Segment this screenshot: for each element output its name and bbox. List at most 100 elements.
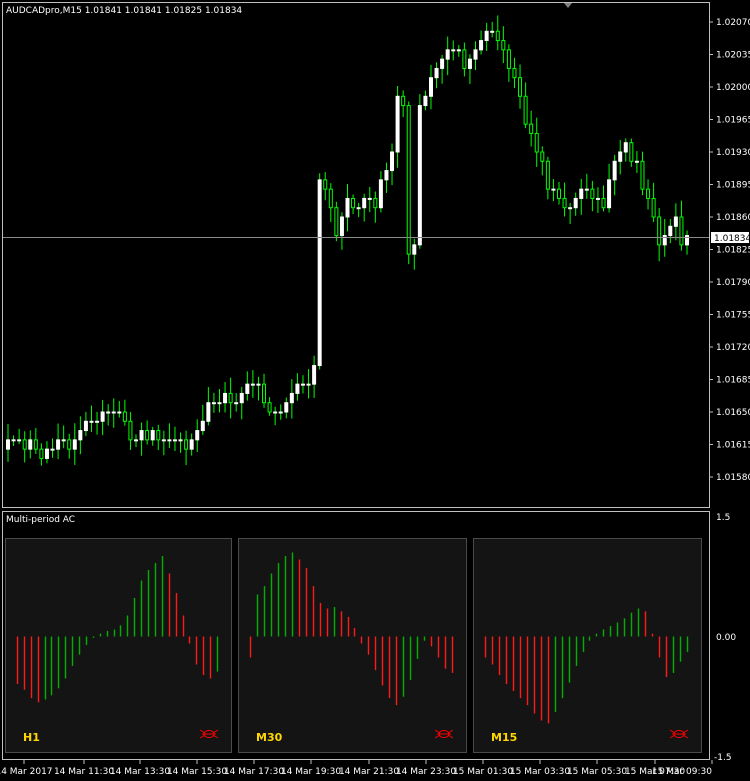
bull-candle <box>612 160 617 181</box>
price-chart-frame[interactable] <box>2 2 710 508</box>
bear-candle <box>351 197 356 209</box>
price-tick-label: 1.01825 <box>716 246 750 256</box>
bull-candle <box>217 402 222 405</box>
bull-candle <box>206 402 211 422</box>
ac-panel-m30: M30 <box>238 538 467 753</box>
bull-candle <box>200 420 205 432</box>
bull-candle <box>134 439 139 442</box>
bear-candle <box>128 420 133 441</box>
bull-candle <box>607 179 612 209</box>
panel-box <box>238 538 467 753</box>
bull-candle <box>423 95 428 107</box>
bear-candle <box>323 179 328 190</box>
bull-candle <box>384 170 389 181</box>
price-tick-label: 1.01755 <box>716 311 750 321</box>
bear-candle <box>39 448 44 459</box>
bear-candle <box>462 49 467 69</box>
bull-candle <box>306 383 311 386</box>
bull-candle <box>95 420 100 423</box>
bull-candle <box>662 235 667 246</box>
time-tick-label: 15 Mar 01:30 <box>453 767 513 777</box>
time-tick-label: 14 Mar 2017 <box>0 767 53 777</box>
bear-candle <box>328 188 333 209</box>
time-tick-label: 14 Mar 17:30 <box>224 767 284 777</box>
bear-candle <box>506 49 511 69</box>
bull-candle <box>50 448 55 451</box>
bear-candle <box>228 392 233 404</box>
current-price-label: 1.01834 <box>714 234 750 244</box>
price-axis: 1.02070 1.02035 1.02000 1.01965 1.01930 1.018… <box>709 18 750 483</box>
bull-candle <box>167 439 172 442</box>
bull-candle <box>234 402 239 405</box>
bull-candle <box>100 411 105 422</box>
bull-candle <box>367 197 372 200</box>
bear-candle <box>657 216 662 246</box>
bear-candle <box>512 67 517 79</box>
bear-candle <box>495 30 500 42</box>
time-tick-label: 14 Mar 21:30 <box>339 767 399 777</box>
bear-candle <box>601 197 606 209</box>
indicator-title: Multi-period AC <box>6 515 75 525</box>
bull-candle <box>189 439 194 450</box>
bull-candle <box>139 430 144 441</box>
price-tick-label: 1.01720 <box>716 343 750 353</box>
bull-candle <box>111 411 116 414</box>
bull-candle <box>289 392 294 404</box>
bull-candle <box>150 430 155 441</box>
bull-candle <box>479 40 484 51</box>
bear-candle <box>518 77 523 97</box>
price-tick-label: 1.01930 <box>716 148 750 158</box>
bull-candle <box>83 420 88 432</box>
bull-candle <box>284 402 289 413</box>
bear-candle <box>629 142 634 162</box>
bull-candle <box>473 49 478 60</box>
bear-candle <box>401 95 406 107</box>
price-tick-label: 1.02000 <box>716 83 750 93</box>
bear-candle <box>122 411 127 422</box>
bear-candle <box>184 439 189 450</box>
time-tick-label: 15 Mar 05:30 <box>567 767 627 777</box>
bear-candle <box>67 439 72 450</box>
bull-candle <box>673 216 678 227</box>
bear-candle <box>651 197 656 218</box>
bear-candle <box>562 197 567 209</box>
bear-candle <box>640 160 645 190</box>
bull-candle <box>390 151 395 172</box>
bull-candle <box>223 392 228 404</box>
panel-label: H1 <box>23 731 40 744</box>
bull-candle <box>623 142 628 153</box>
bear-candle <box>22 439 27 450</box>
bull-candle <box>451 49 456 52</box>
panel-label: M30 <box>256 731 283 744</box>
bear-candle <box>523 95 528 125</box>
bull-candle <box>428 77 433 97</box>
bull-candle <box>245 383 250 394</box>
price-tick-label: 1.01895 <box>716 181 750 191</box>
time-tick-label: 15 Mar 03:30 <box>510 767 570 777</box>
bull-candle <box>106 411 111 414</box>
bear-candle <box>534 132 539 153</box>
bull-candle <box>573 197 578 209</box>
bear-candle <box>501 40 506 51</box>
bull-candle <box>584 188 589 191</box>
time-tick-label: 14 Mar 23:30 <box>396 767 456 777</box>
price-tick-label: 1.01685 <box>716 376 750 386</box>
bear-candle <box>529 123 534 134</box>
bull-candle <box>579 188 584 199</box>
indicator-tick-zero: 0.00 <box>716 633 736 643</box>
bear-candle <box>406 105 411 255</box>
bull-candle <box>295 383 300 394</box>
bull-candle <box>256 383 261 386</box>
bull-candle <box>44 448 49 459</box>
price-tick-label: 1.02070 <box>716 18 750 28</box>
bull-candle <box>634 160 639 163</box>
bear-candle <box>156 430 161 441</box>
bull-candle <box>195 430 200 441</box>
bull-candle <box>312 365 317 385</box>
bull-candle <box>273 411 278 414</box>
bull-candle <box>356 207 361 210</box>
bull-candle <box>668 225 673 237</box>
bear-candle <box>145 430 150 441</box>
bull-candle <box>300 383 305 386</box>
chart-window: AUDCADpro,M15 1.01841 1.01841 1.01825 1.… <box>0 0 750 781</box>
